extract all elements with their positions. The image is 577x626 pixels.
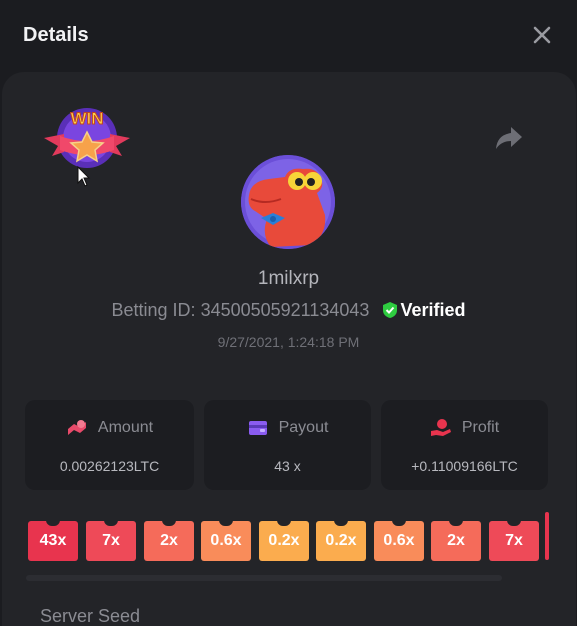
selected-multiplier-indicator — [545, 512, 549, 560]
verified-label: Verified — [400, 300, 466, 320]
win-badge-text: WIN — [70, 109, 103, 128]
payout-label: Payout — [278, 419, 329, 436]
share-icon — [496, 127, 522, 149]
multiplier-label: 0.6x — [383, 532, 415, 549]
multiplier-label: 2x — [160, 532, 178, 549]
hand-coin-icon — [430, 419, 451, 436]
multiplier-label: 2x — [447, 532, 465, 549]
username: 1milxrp — [257, 268, 320, 289]
wallet-icon — [248, 421, 267, 435]
multiplier-label: 0.6x — [210, 532, 242, 549]
modal-header: Details — [0, 0, 577, 72]
amount-label: Amount — [97, 419, 154, 436]
payout-value: 43 x — [274, 458, 301, 474]
profit-value: +0.11009166LTC — [411, 458, 518, 474]
server-seed-label: Server Seed — [40, 606, 141, 626]
multiplier-label: 0.2x — [268, 532, 300, 549]
avatar[interactable] — [241, 155, 335, 249]
mouse-cursor-icon — [77, 166, 91, 187]
modal-title: Details — [23, 24, 89, 46]
verified-shield-icon — [383, 302, 398, 318]
coins-icon — [67, 420, 86, 435]
multiplier-chip: 7x — [489, 520, 539, 561]
betting-id-row: Betting ID: 34500505921134043 Verified — [0, 300, 577, 321]
bet-timestamp: 9/27/2021, 1:24:18 PM — [217, 334, 360, 350]
profit-label: Profit — [461, 419, 500, 436]
close-icon — [533, 26, 551, 44]
multiplier-label: 7x — [505, 532, 523, 549]
multiplier-label: 43x — [39, 532, 67, 549]
multiplier-chip: 7x — [86, 520, 136, 561]
betting-id-value: 34500505921134043 — [200, 300, 370, 320]
close-button[interactable] — [530, 23, 554, 47]
multiplier-chip: 0.2x — [259, 520, 309, 561]
amount-value: 0.00262123LTC — [59, 458, 160, 474]
betting-id-label: Betting ID: — [111, 300, 196, 320]
profit-stat-box: Profit +0.11009166LTC — [381, 400, 548, 490]
amount-stat-box: Amount 0.00262123LTC — [25, 400, 194, 490]
share-button[interactable] — [494, 124, 524, 152]
multiplier-chip: 0.6x — [374, 520, 424, 561]
multiplier-chip: 2x — [144, 520, 194, 561]
multiplier-label: 0.2x — [325, 532, 357, 549]
payout-stat-box: Payout 43 x — [204, 400, 371, 490]
multiplier-label: 7x — [102, 532, 120, 549]
multiplier-chip: 43x — [28, 520, 78, 561]
multiplier-chip: 2x — [431, 520, 481, 561]
multiplier-chip: 0.2x — [316, 520, 366, 561]
crocodile-avatar-icon — [241, 155, 335, 249]
horizontal-scrollbar[interactable] — [26, 575, 502, 581]
multiplier-chip: 0.6x — [201, 520, 251, 561]
